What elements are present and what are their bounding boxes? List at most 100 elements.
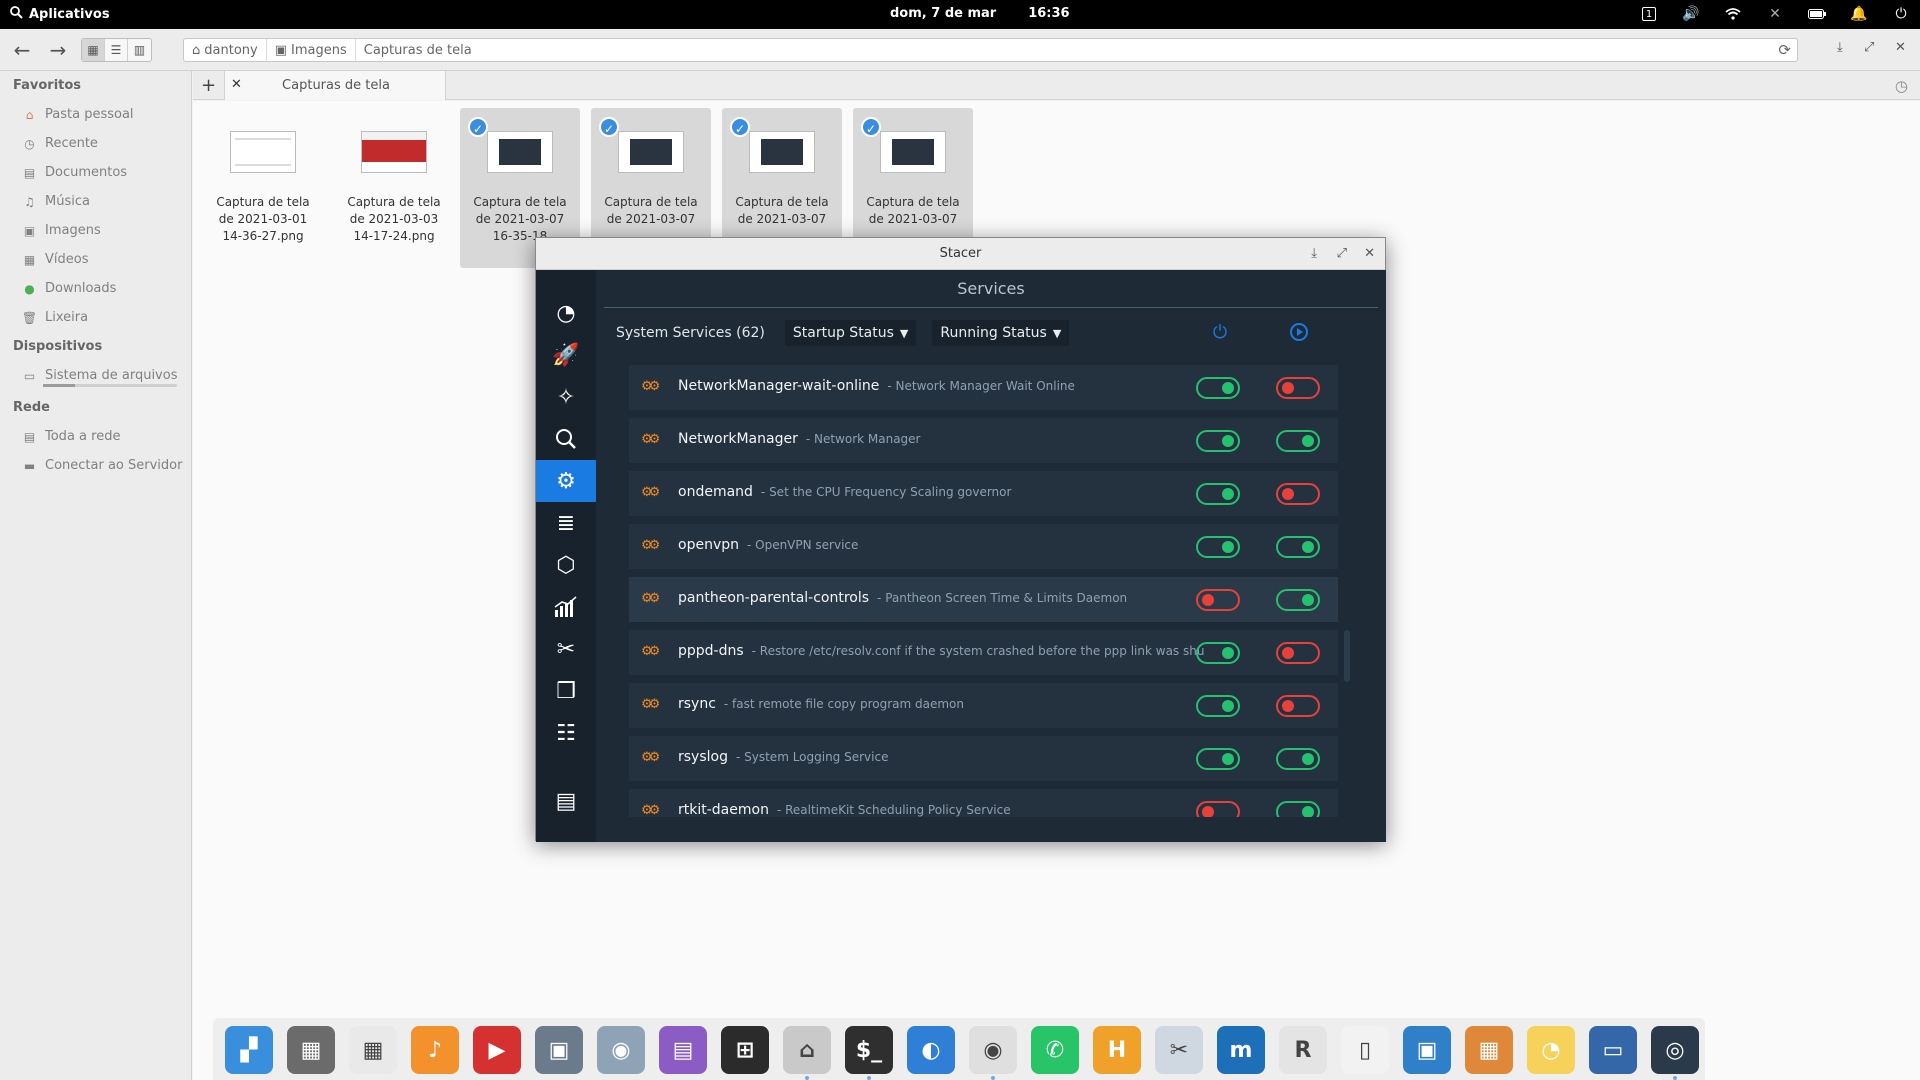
grid-view-icon[interactable]: ▦	[82, 39, 105, 61]
sidebar-item-home[interactable]: ⌂ Pasta pessoal	[0, 100, 191, 129]
dock-drawing-icon[interactable]: ◔	[1527, 1026, 1575, 1074]
feedback-icon[interactable]: ▤	[536, 780, 596, 822]
search-icon[interactable]	[536, 418, 596, 460]
dock-image-viewer-icon[interactable]: ▣	[1403, 1026, 1451, 1074]
dock-multitasking-view-icon[interactable]: ▞	[225, 1026, 273, 1074]
startup-apps-icon[interactable]: 🚀	[536, 334, 596, 376]
notifications-icon[interactable]: 🔔	[1848, 4, 1870, 24]
checkmark-icon[interactable]: ✓	[861, 117, 881, 137]
sidebar-item-pictures[interactable]: ▣ Imagens	[0, 216, 191, 245]
dock-chrome-icon[interactable]: ◉	[969, 1026, 1017, 1074]
dock-keyboard-settings-icon[interactable]: ▭	[1589, 1026, 1637, 1074]
uninstaller-icon[interactable]: ⬡	[536, 544, 596, 586]
volume-icon[interactable]: 🔊	[1680, 4, 1702, 24]
dock-web-browser-icon[interactable]: ◐	[907, 1026, 955, 1074]
back-arrow-icon[interactable]: ←	[10, 38, 34, 62]
running-toggle[interactable]	[1276, 642, 1320, 664]
service-row[interactable]: ⚙⚙ rsync - fast remote file copy program d…	[629, 683, 1338, 728]
running-toggle[interactable]	[1276, 748, 1320, 770]
breadcrumb-pictures[interactable]: ▣ Imagens	[267, 39, 356, 61]
service-row[interactable]: ⚙⚙ pppd-dns - Restore /etc/resolv.conf if …	[629, 630, 1338, 675]
forward-arrow-icon[interactable]: →	[46, 38, 70, 62]
service-row[interactable]: ⚙⚙ pantheon-parental-controls - Pantheon S…	[629, 577, 1338, 622]
dock-shortcut-overlay-icon[interactable]: ⊞	[721, 1026, 769, 1074]
startup-toggle[interactable]	[1196, 377, 1240, 399]
services-icon[interactable]: ⚙	[536, 460, 596, 502]
startup-toggle[interactable]	[1196, 642, 1240, 664]
breadcrumb-screenshots[interactable]: Capturas de tela	[356, 39, 480, 61]
bluetooth-icon[interactable]: ✕	[1764, 4, 1786, 24]
dock-calendar-icon[interactable]: ▦	[349, 1026, 397, 1074]
checkmark-icon[interactable]: ✓	[599, 117, 619, 137]
dock-calculator-icon[interactable]: ▦	[287, 1026, 335, 1074]
sidebar-item-downloads[interactable]: ● Downloads	[0, 274, 191, 303]
running-toggle[interactable]	[1276, 589, 1320, 611]
breadcrumb[interactable]: ⌂ dantony ▣ Imagens Capturas de tela ⟳	[183, 38, 1798, 62]
service-row[interactable]: ⚙⚙ NetworkManager - Network Manager	[629, 418, 1338, 463]
helpers-icon[interactable]: ✂	[536, 628, 596, 670]
system-cleaner-icon[interactable]: ✧	[536, 376, 596, 418]
sidebar-item-trash[interactable]: 🗑 Lixeira	[0, 303, 191, 332]
dock-whatsapp-icon[interactable]: ✆	[1031, 1026, 1079, 1074]
history-icon[interactable]: ◷	[1895, 77, 1908, 95]
dock-app-center-icon[interactable]: ▤	[659, 1026, 707, 1074]
resources-icon[interactable]	[536, 586, 596, 628]
dock-hemingway-icon[interactable]: H	[1093, 1026, 1141, 1074]
settings-icon[interactable]: ☷	[536, 712, 596, 754]
dock-system-settings-icon[interactable]: ◉	[597, 1026, 645, 1074]
startup-toggle[interactable]	[1196, 801, 1240, 817]
date-time-indicator[interactable]: dom, 7 de mar 16:36	[890, 6, 1070, 21]
maximize-icon[interactable]: ⤢	[1337, 246, 1347, 261]
breadcrumb-home[interactable]: ⌂ dantony	[184, 39, 267, 61]
dock-writer-icon[interactable]: m	[1217, 1026, 1265, 1074]
service-row[interactable]: ⚙⚙ rsyslog - System Logging Service	[629, 736, 1338, 781]
wifi-icon[interactable]	[1722, 4, 1744, 24]
dock-screenshot-icon[interactable]: ✂	[1155, 1026, 1203, 1074]
list-view-icon[interactable]: ☰	[105, 39, 128, 61]
startup-toggle[interactable]	[1196, 536, 1240, 558]
startup-status-dropdown[interactable]: Startup Status ▼	[784, 320, 917, 346]
sidebar-item-music[interactable]: ♫ Música	[0, 187, 191, 216]
file-item[interactable]: Captura de tela de 2021-03-01 14-36-27.png	[203, 108, 323, 268]
new-tab-button[interactable]: +	[201, 75, 216, 96]
battery-icon[interactable]	[1806, 4, 1828, 24]
service-row[interactable]: ⚙⚙ openvpn - OpenVPN service	[629, 524, 1338, 569]
stacer-titlebar[interactable]: Stacer ⤓ ⤢ ✕	[536, 238, 1385, 270]
service-row[interactable]: ⚙⚙ NetworkManager-wait-online - Network Ma…	[629, 365, 1338, 410]
service-row[interactable]: ⚙⚙ rtkit-daemon - RealtimeKit Scheduling P…	[629, 789, 1338, 817]
close-icon[interactable]: ✕	[1895, 40, 1906, 55]
service-row[interactable]: ⚙⚙ ondemand - Set the CPU Frequency Scalin…	[629, 471, 1338, 516]
minimize-icon[interactable]: ⤓	[1837, 40, 1843, 55]
close-icon[interactable]: ✕	[1364, 246, 1375, 261]
startup-toggle[interactable]	[1196, 748, 1240, 770]
maximize-icon[interactable]: ⤢	[1864, 40, 1874, 55]
scrollbar[interactable]	[1344, 630, 1350, 682]
tab-screenshots[interactable]: ✕ Capturas de tela	[224, 71, 446, 100]
minimize-icon[interactable]: ⤓	[1311, 246, 1317, 261]
running-toggle[interactable]	[1276, 483, 1320, 505]
sidebar-item-connect-server[interactable]: ▬ Conectar ao Servidor	[0, 451, 191, 480]
dock-files-icon[interactable]: ⌂	[783, 1026, 831, 1074]
startup-toggle[interactable]	[1196, 430, 1240, 452]
sidebar-item-entire-network[interactable]: ▤ Toda a rede	[0, 422, 191, 451]
startup-toggle[interactable]	[1196, 483, 1240, 505]
checkmark-icon[interactable]: ✓	[730, 117, 750, 137]
processes-icon[interactable]: ≣	[536, 502, 596, 544]
startup-toggle[interactable]	[1196, 589, 1240, 611]
sidebar-item-recent[interactable]: ◷ Recente	[0, 129, 191, 158]
sidebar-item-documents[interactable]: ▤ Documentos	[0, 158, 191, 187]
dock-stacer-icon[interactable]: ◎	[1651, 1026, 1699, 1074]
dock-text-document-icon[interactable]: ▯	[1341, 1026, 1389, 1074]
reload-icon[interactable]: ⟳	[1778, 41, 1791, 59]
running-toggle[interactable]	[1276, 377, 1320, 399]
dock-presentation-icon[interactable]: ▦	[1465, 1026, 1513, 1074]
running-status-dropdown[interactable]: Running Status ▼	[932, 320, 1070, 346]
dock-photos-icon[interactable]: ▣	[535, 1026, 583, 1074]
dock-terminal-icon[interactable]: $_	[845, 1026, 893, 1074]
applications-menu[interactable]: Aplicativos	[10, 6, 110, 23]
workspace-indicator[interactable]: 1	[1638, 4, 1660, 24]
power-icon[interactable]: ⏻	[1890, 4, 1912, 24]
column-view-icon[interactable]: ▥	[128, 39, 151, 61]
dock-r-language-icon[interactable]: R	[1279, 1026, 1327, 1074]
dashboard-icon[interactable]: ◔	[536, 292, 596, 334]
